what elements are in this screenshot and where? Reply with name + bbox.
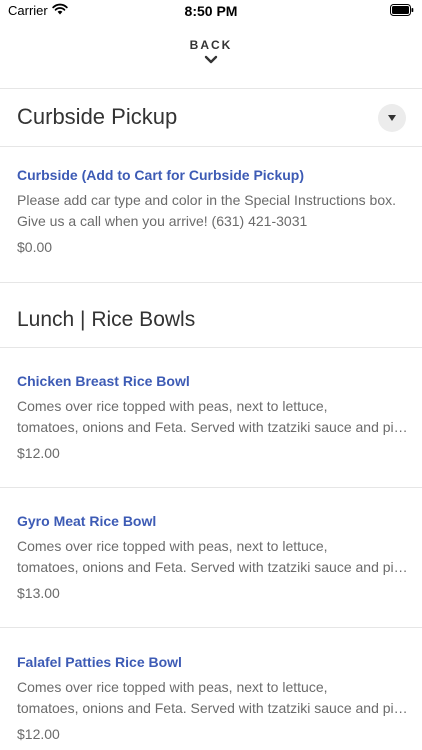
menu-item-falafel-patties-rice-bowl[interactable]: Falafel Patties Rice Bowl Comes over ric… <box>17 652 409 744</box>
section-divider <box>0 146 422 147</box>
menu-item-description-line: Comes over rice topped with peas, next t… <box>17 538 328 554</box>
menu-item-description-line: Comes over rice topped with peas, next t… <box>17 679 328 695</box>
caret-down-icon <box>388 115 396 121</box>
menu-item-description-line: tomatoes, onions and Feta. Served with t… <box>17 419 409 435</box>
status-bar: Carrier 8:50 PM <box>0 0 422 22</box>
menu-item-description: Please add car type and color in the Spe… <box>17 192 396 229</box>
item-divider <box>0 487 422 488</box>
status-time: 8:50 PM <box>184 3 238 19</box>
menu-item-name: Chicken Breast Rice Bowl <box>17 373 190 389</box>
menu-item-description: Comes over rice topped with peas, next t… <box>17 396 409 438</box>
section-title-lunch-rice-bowls: Lunch | Rice Bowls <box>17 308 196 331</box>
menu-item-price: $12.00 <box>17 445 60 461</box>
menu-item-description: Comes over rice topped with peas, next t… <box>17 536 409 578</box>
menu-item-name: Falafel Patties Rice Bowl <box>17 654 182 670</box>
menu-item-price: $0.00 <box>17 239 53 255</box>
section-collapse-button[interactable] <box>378 104 406 132</box>
item-divider <box>0 627 422 628</box>
menu-item-price: $13.00 <box>17 585 60 601</box>
section-title-curbside-pickup: Curbside Pickup <box>17 104 178 129</box>
menu-item-description-line: tomatoes, onions and Feta. Served with t… <box>17 700 409 716</box>
section-divider <box>0 282 422 283</box>
menu-item-curbside[interactable]: Curbside (Add to Cart for Curbside Picku… <box>17 165 409 257</box>
menu-item-price: $12.00 <box>17 726 60 742</box>
header-divider <box>0 88 422 89</box>
menu-item-name: Gyro Meat Rice Bowl <box>17 513 157 529</box>
back-label: BACK <box>189 38 233 52</box>
menu-item-description-line: tomatoes, onions and Feta. Served with t… <box>17 559 409 575</box>
menu-item-description: Comes over rice topped with peas, next t… <box>17 677 409 719</box>
chevron-down-icon <box>204 55 218 64</box>
menu-item-chicken-breast-rice-bowl[interactable]: Chicken Breast Rice Bowl Comes over rice… <box>17 371 409 463</box>
menu-item-description-line: Comes over rice topped with peas, next t… <box>17 398 328 414</box>
section-divider <box>0 347 422 348</box>
battery-icon <box>390 4 414 16</box>
menu-item-gyro-meat-rice-bowl[interactable]: Gyro Meat Rice Bowl Comes over rice topp… <box>17 511 409 603</box>
menu-item-name: Curbside (Add to Cart for Curbside Picku… <box>17 167 305 183</box>
back-button[interactable]: BACK <box>0 38 422 78</box>
